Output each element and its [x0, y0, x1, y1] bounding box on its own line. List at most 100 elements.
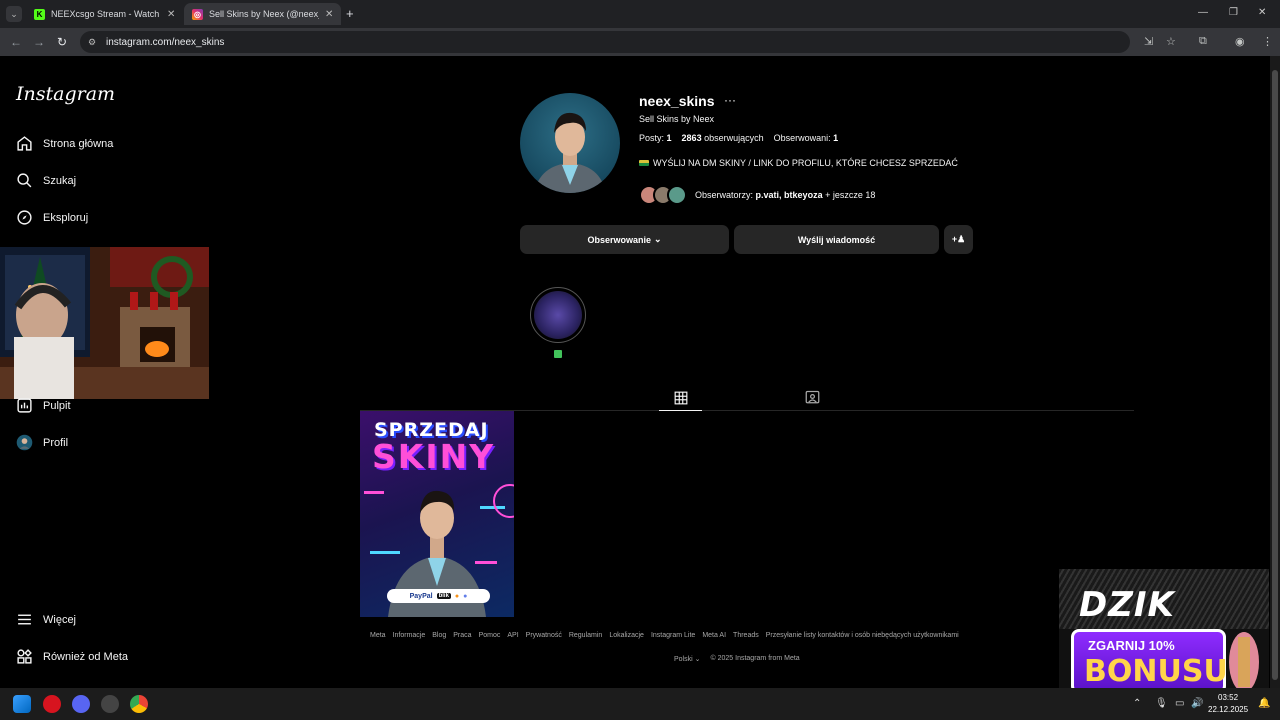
grid-icon	[674, 391, 687, 404]
webcam-overlay	[0, 247, 209, 399]
story-highlight[interactable]	[530, 287, 586, 343]
browser-tab-instagram[interactable]: ◎ Sell Skins by Neex (@neex_skin ✕	[184, 3, 342, 25]
footer-link[interactable]: Lokalizacje	[609, 632, 644, 639]
follower-avatar	[667, 185, 687, 205]
profile-avatar[interactable]	[520, 93, 620, 193]
profile-username: neex_skins	[639, 93, 715, 109]
extensions-icon[interactable]: ⧉	[1199, 35, 1207, 48]
opera-icon[interactable]	[43, 695, 61, 713]
profile-bio: WYŚLIJ NA DM SKINY / LINK DO PROFILU, KT…	[639, 158, 958, 168]
language-select[interactable]: Polski ⌄	[674, 655, 701, 663]
close-tab-icon[interactable]: ✕	[167, 9, 175, 20]
notification-icon[interactable]: 🔔	[1258, 698, 1270, 709]
footer-link[interactable]: Instagram Lite	[651, 632, 695, 639]
profile-stats: Posty: 1 2863 obserwujących Obserwowani:…	[639, 133, 838, 143]
close-window-icon[interactable]: ✕	[1258, 7, 1266, 18]
scrollbar-thumb[interactable]	[1272, 70, 1278, 680]
taskbar-clock[interactable]: 03:52 22.12.2025	[1208, 692, 1248, 716]
followed-by-label: Obserwatorzy: p.vati, btkeyoza + jeszcze…	[695, 190, 876, 200]
address-bar[interactable]: ⚙ instagram.com/neex_skins	[80, 31, 1130, 53]
followed-by[interactable]: Obserwatorzy: p.vati, btkeyoza + jeszcze…	[639, 185, 875, 205]
send-message-button[interactable]: Wyślij wiadomość	[734, 225, 939, 254]
sidebar-item-label: Eksploruj	[43, 211, 89, 224]
dzik-ad-overlay: DZIK ZGARNIJ 10% BONUSU	[1059, 569, 1269, 697]
compass-icon	[16, 209, 33, 226]
profile-icon[interactable]: ◉	[1235, 35, 1245, 48]
sidebar-item-home[interactable]: Strona główna	[16, 135, 113, 152]
tab-tagged[interactable]	[802, 385, 822, 407]
ad-line2: BONUSU	[1084, 654, 1228, 689]
close-tab-icon[interactable]: ✕	[325, 9, 333, 20]
followers-stat[interactable]: 2863 obserwujących	[682, 133, 764, 143]
menu-icon	[16, 611, 33, 628]
sidebar-item-search[interactable]: Szukaj	[16, 172, 76, 189]
footer-link[interactable]: Meta AI	[702, 632, 726, 639]
profile-options-icon[interactable]: ···	[724, 93, 736, 107]
install-app-icon[interactable]: ⇲	[1144, 35, 1153, 48]
suggest-users-button[interactable]: +♟	[944, 225, 973, 254]
windows-start-icon[interactable]	[13, 695, 31, 713]
footer-link[interactable]: Blog	[432, 632, 446, 639]
kick-icon: K	[34, 8, 45, 20]
instagram-logo[interactable]: Instagram	[16, 83, 115, 105]
forward-icon[interactable]: →	[33, 35, 45, 49]
browser-toolbar: ← → ↻ ⚙ instagram.com/neex_skins ⇲ ☆ ⧉ ◉…	[0, 28, 1280, 56]
clock-date: 22.12.2025	[1208, 705, 1249, 714]
sidebar-item-profile[interactable]: Profil	[16, 434, 68, 451]
footer-link[interactable]: Threads	[733, 632, 759, 639]
chrome-icon[interactable]	[130, 695, 148, 713]
browser-menu-icon[interactable]: ⋮	[1262, 35, 1273, 48]
microphone-icon[interactable]: 🎙	[1155, 698, 1168, 709]
sidebar-item-also-from-meta[interactable]: Również od Meta	[16, 648, 128, 665]
bio-text: WYŚLIJ NA DM SKINY / LINK DO PROFILU, KT…	[653, 158, 958, 168]
sidebar-item-explore[interactable]: Eksploruj	[16, 209, 88, 226]
app-icon[interactable]	[101, 695, 119, 713]
footer-link[interactable]: Regulamin	[569, 632, 602, 639]
browser-tab-kick[interactable]: K NEEXcsgo Stream - Watch Live ✕	[26, 3, 183, 25]
footer-link[interactable]: Prywatność	[526, 632, 562, 639]
tray-overflow-icon[interactable]: ⌃	[1133, 698, 1141, 709]
sidebar-item-label: Profil	[43, 436, 69, 449]
ad-bonus-box: ZGARNIJ 10% BONUSU	[1071, 629, 1228, 694]
volume-icon[interactable]: 🔊	[1191, 698, 1203, 709]
post-thumbnail[interactable]: SPRZEDAJ SKINY PayPal blik ● ●	[360, 411, 514, 617]
following-button-label: Obserwowanie	[587, 234, 651, 245]
copyright: © 2025 Instagram from Meta	[710, 655, 800, 662]
sidebar-item-more[interactable]: Więcej	[16, 611, 76, 628]
following-button[interactable]: Obserwowanie ⌄	[520, 225, 729, 254]
highlight-label-emoji	[554, 350, 562, 358]
new-tab-icon[interactable]: +	[346, 6, 354, 21]
meta-icon	[16, 648, 33, 665]
following-stat[interactable]: Obserwowani: 1	[774, 133, 839, 143]
avatar	[16, 434, 33, 451]
footer-links: Meta Informacje Blog Praca Pomoc API Pry…	[370, 632, 959, 639]
footer-link[interactable]: API	[507, 632, 518, 639]
footer-link[interactable]: Informacje	[393, 632, 426, 639]
site-info-icon[interactable]: ⚙	[88, 37, 100, 48]
footer-link[interactable]: Praca	[453, 632, 471, 639]
dashboard-icon	[16, 397, 33, 414]
footer-link[interactable]: Pomoc	[479, 632, 501, 639]
footer-link[interactable]: Meta	[370, 632, 386, 639]
reload-icon[interactable]: ↻	[57, 35, 67, 49]
send-message-label: Wyślij wiadomość	[797, 234, 876, 245]
sidebar-item-label: Pulpit	[43, 399, 71, 412]
minimize-icon[interactable]: —	[1198, 7, 1208, 18]
bookmark-star-icon[interactable]: ☆	[1166, 35, 1176, 48]
page-scrollbar[interactable]	[1270, 56, 1280, 688]
discord-icon[interactable]	[72, 695, 90, 713]
footer-link[interactable]: Przesyłanie listy kontaktów i osób niebę…	[766, 632, 959, 639]
restore-icon[interactable]: ❐	[1229, 7, 1238, 18]
back-icon[interactable]: ←	[10, 35, 22, 49]
tagged-icon	[805, 390, 819, 403]
ad-mascot	[1229, 632, 1259, 692]
tab-search-icon[interactable]: ⌄	[6, 6, 22, 22]
ad-brand: DZIK	[1079, 585, 1175, 625]
network-icon[interactable]: ▭	[1175, 698, 1184, 709]
sidebar-item-label: Więcej	[43, 613, 77, 626]
sidebar-item-dashboard[interactable]: Pulpit	[16, 397, 71, 414]
sidebar-item-label: Strona główna	[43, 137, 114, 150]
tab-posts-grid[interactable]	[659, 385, 702, 411]
sidebar-item-label: Szukaj	[43, 174, 77, 187]
payment-methods: PayPal blik ● ●	[387, 589, 490, 603]
